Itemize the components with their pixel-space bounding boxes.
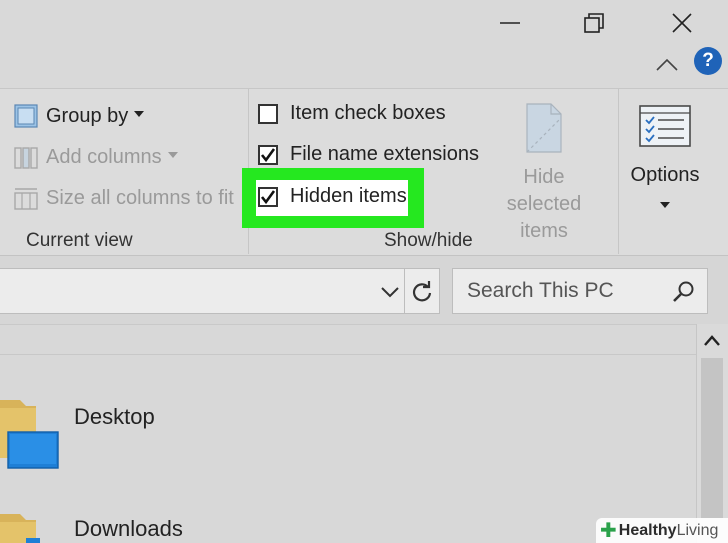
minimize-button[interactable] (490, 8, 530, 38)
search-box[interactable]: Search This PC (452, 268, 708, 314)
desktop-folder-icon[interactable] (0, 396, 60, 477)
file-name-extensions-checkbox[interactable] (258, 144, 278, 165)
chevron-down-icon (167, 152, 178, 158)
chevron-down-icon (134, 111, 145, 117)
healthy-living-watermark: ✚ Healthy Living (596, 518, 728, 543)
checkmark-icon (260, 147, 276, 162)
group-by-button[interactable]: Group by (12, 102, 145, 130)
help-button[interactable]: ? (694, 47, 722, 75)
group-by-label: Group by (46, 104, 129, 127)
chevron-up-icon (704, 335, 720, 346)
hide-selected-line2: items (520, 220, 568, 242)
address-dropdown-button[interactable] (378, 282, 402, 302)
add-columns-label: Add columns (46, 145, 162, 168)
search-icon[interactable] (671, 279, 697, 305)
collapse-ribbon-button[interactable] (654, 52, 680, 78)
current-view-group-label: Current view (26, 230, 133, 251)
refresh-icon (412, 281, 432, 302)
help-icon: ? (702, 50, 714, 71)
address-bar[interactable] (0, 268, 438, 314)
watermark-part2: Living (676, 521, 719, 539)
close-icon (672, 13, 692, 33)
refresh-button[interactable] (404, 268, 440, 314)
item-check-boxes-checkbox[interactable] (258, 103, 278, 124)
restore-button[interactable] (574, 8, 614, 38)
item-check-boxes-label: Item check boxes (290, 102, 446, 124)
chevron-down-icon (381, 287, 399, 298)
group-by-icon (12, 102, 40, 130)
watermark-part1: Healthy (618, 521, 677, 539)
file-list (0, 324, 696, 543)
search-input[interactable]: Search This PC (467, 279, 614, 303)
scroll-up-button[interactable] (700, 330, 724, 352)
size-columns-button[interactable]: Size all columns to fit (12, 184, 234, 212)
list-item[interactable]: Desktop (74, 404, 155, 430)
restore-icon (584, 13, 604, 33)
hidden-items-option[interactable]: Hidden items (258, 185, 407, 208)
hide-selected-items-button[interactable]: Hide selected items (484, 100, 604, 245)
add-columns-button[interactable]: Add columns (12, 143, 178, 171)
close-button[interactable] (662, 8, 702, 38)
checkmark-icon (260, 189, 276, 204)
file-name-extensions-option[interactable]: File name extensions (258, 143, 479, 166)
downloads-folder-icon[interactable] (0, 510, 60, 543)
hide-selected-line1: Hide selected (506, 166, 582, 215)
hidden-items-checkbox[interactable] (258, 186, 278, 207)
item-check-boxes-option[interactable]: Item check boxes (258, 102, 446, 125)
minimize-icon (500, 22, 520, 24)
list-item[interactable]: Downloads (74, 516, 183, 542)
ribbon-separator (618, 89, 619, 254)
hide-document-icon (526, 103, 562, 153)
add-columns-icon (12, 143, 40, 171)
column-header-divider (0, 354, 696, 355)
options-icon (639, 105, 691, 147)
file-name-extensions-label: File name extensions (290, 143, 479, 165)
options-button[interactable]: Options (626, 100, 704, 210)
chevron-up-icon (656, 58, 678, 71)
plus-icon: ✚ (600, 520, 617, 542)
chevron-down-icon (660, 202, 670, 208)
hidden-items-label: Hidden items (290, 185, 407, 207)
size-columns-label: Size all columns to fit (46, 186, 234, 209)
options-label: Options (630, 164, 700, 186)
show-hide-group-label: Show/hide (384, 230, 473, 251)
size-columns-icon (12, 184, 40, 212)
window-titlebar (0, 0, 728, 88)
scrollbar-thumb[interactable] (701, 358, 723, 518)
